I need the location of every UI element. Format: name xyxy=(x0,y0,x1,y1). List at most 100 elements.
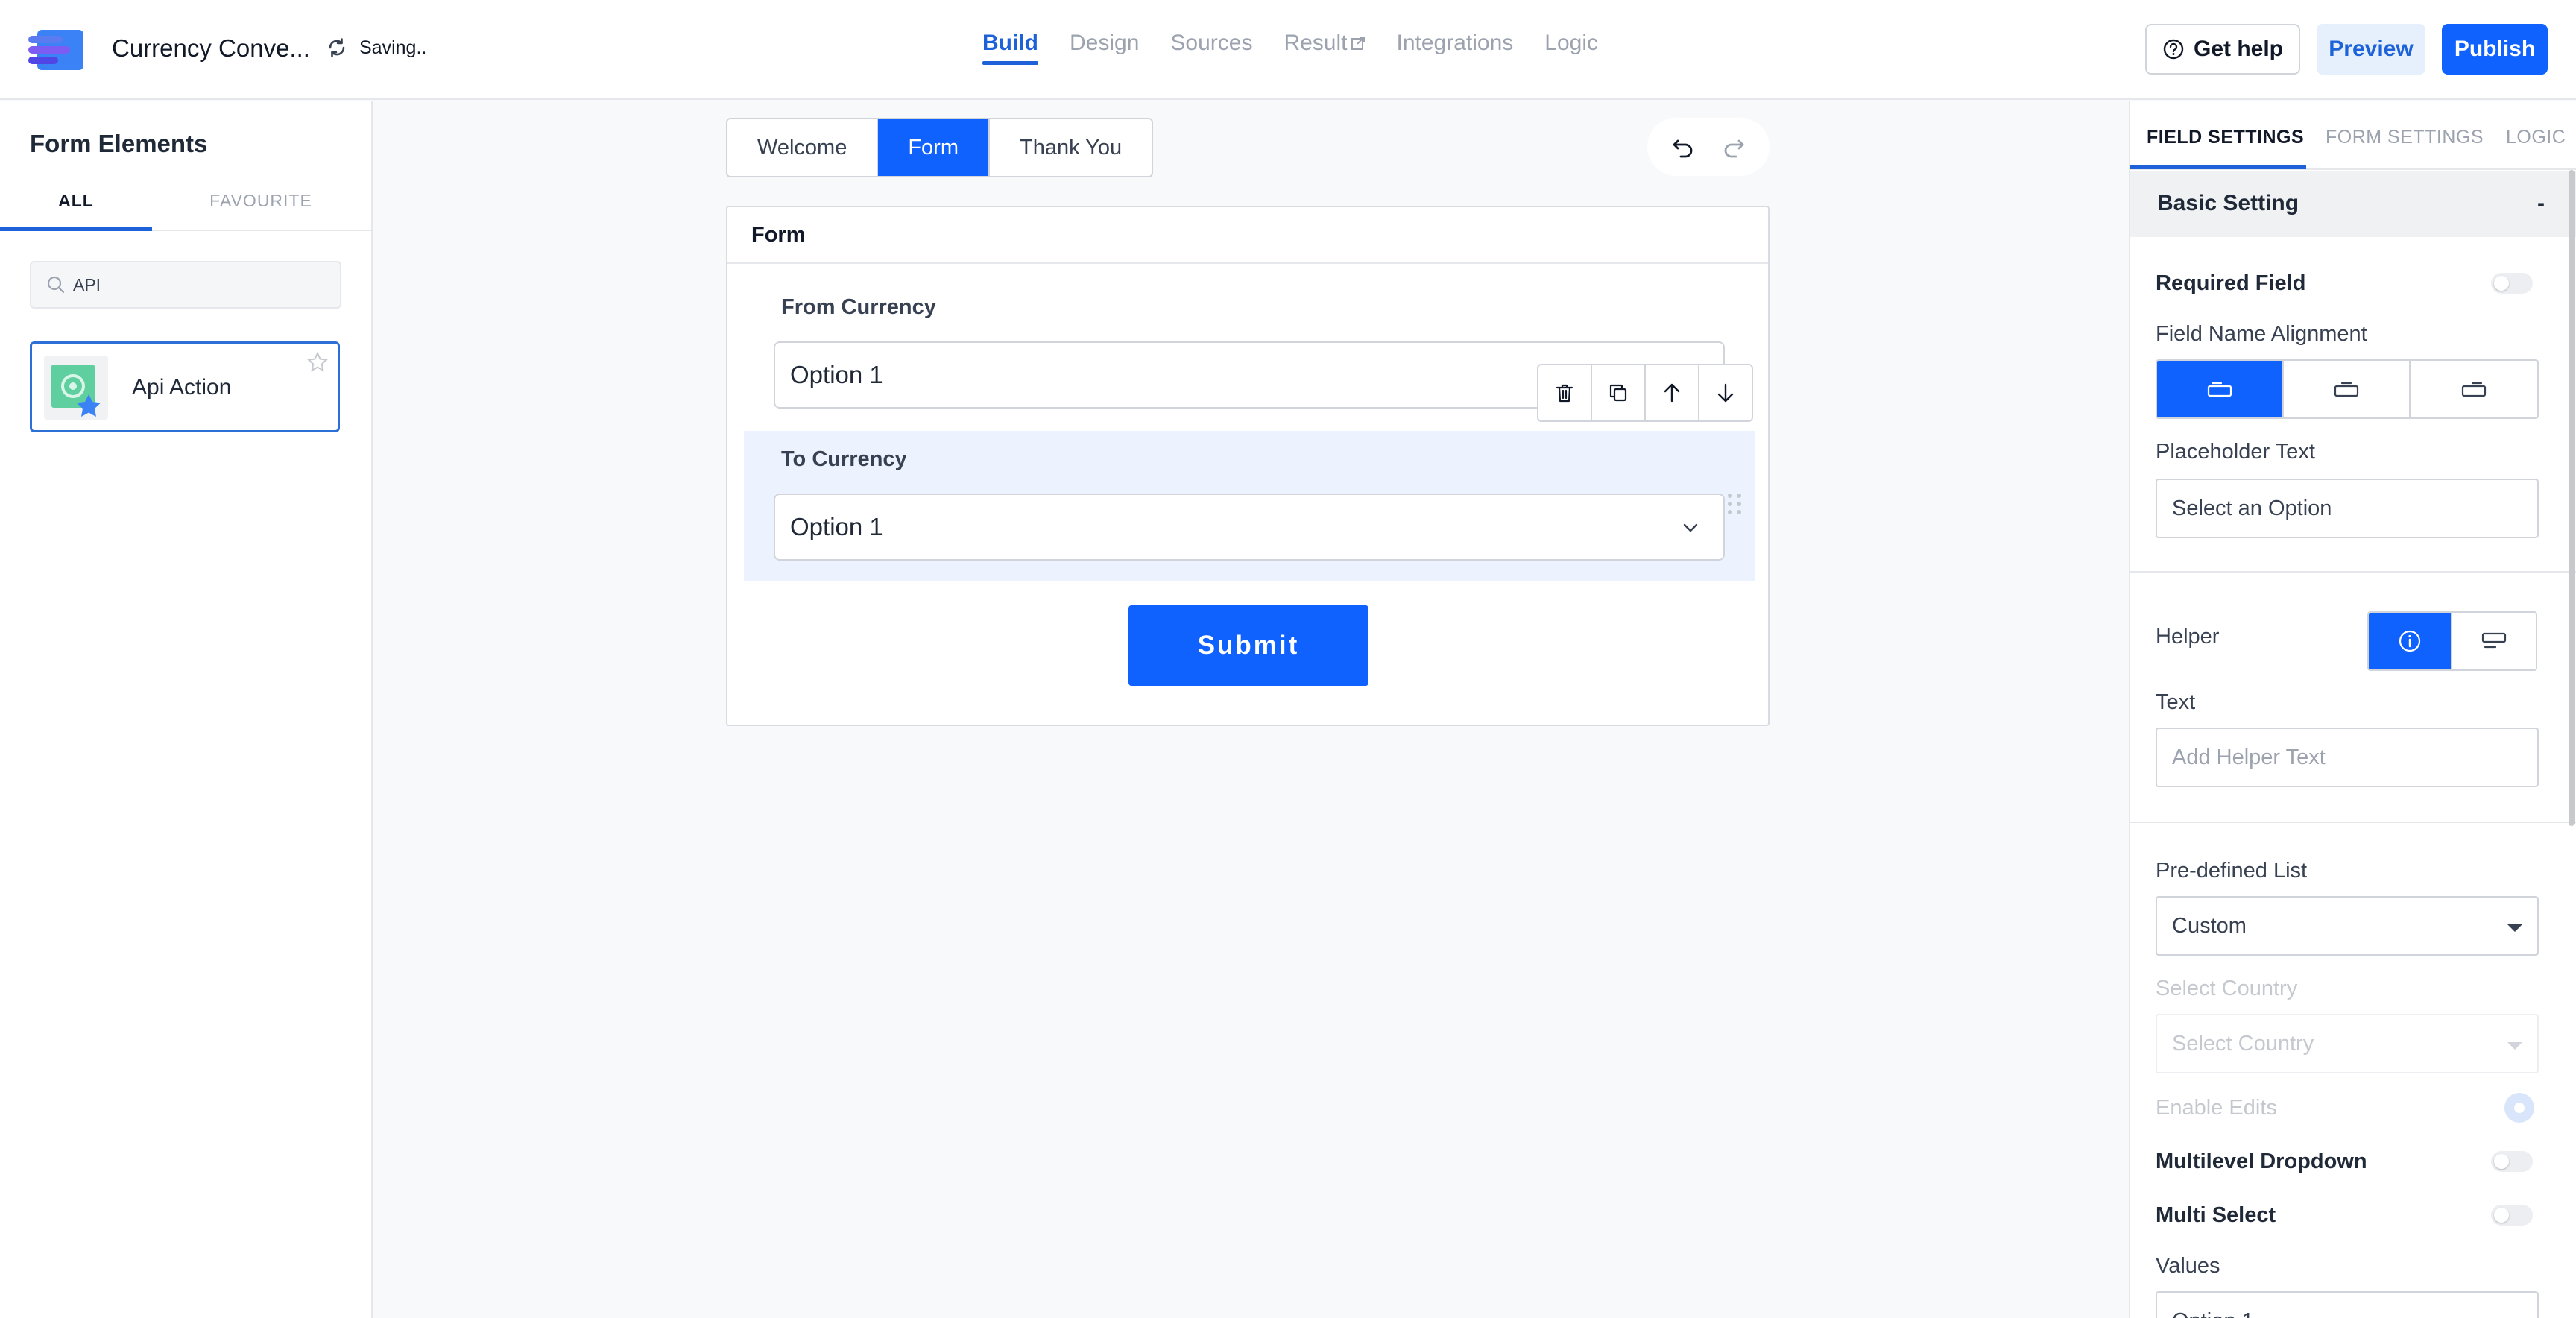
to-currency-select[interactable]: Option 1 xyxy=(774,494,1725,561)
main-nav: Build Design Sources Result Integrations… xyxy=(982,0,1629,100)
placeholder-text-label: Placeholder Text xyxy=(2156,440,2315,464)
redo-icon[interactable] xyxy=(1720,133,1746,160)
tab-form-settings[interactable]: FORM SETTINGS xyxy=(2326,127,2484,148)
copy-icon xyxy=(1609,384,1627,402)
values-option-input[interactable]: Option 1 xyxy=(2156,1291,2539,1318)
help-circle-icon xyxy=(2163,39,2184,60)
multilevel-dropdown-label: Multilevel Dropdown xyxy=(2156,1150,2367,1173)
predefined-list-select[interactable]: Custom xyxy=(2156,896,2539,956)
publish-button[interactable]: Publish xyxy=(2442,24,2548,75)
nav-logic[interactable]: Logic xyxy=(1544,0,1598,100)
tab-all[interactable]: ALL xyxy=(0,182,152,231)
align-top-button[interactable] xyxy=(2157,361,2284,417)
tab-thank-you[interactable]: Thank You xyxy=(990,119,1152,176)
from-currency-value: Option 1 xyxy=(790,361,883,388)
panel-title: Form Elements xyxy=(30,130,208,157)
search-value: API xyxy=(73,274,101,294)
nav-integrations[interactable]: Integrations xyxy=(1397,0,1514,100)
helper-inline-button[interactable] xyxy=(2452,613,2536,669)
values-label: Values xyxy=(2156,1254,2220,1278)
field-name-alignment-label: Field Name Alignment xyxy=(2156,322,2367,346)
api-action-thumbnail xyxy=(44,356,108,420)
tab-field-settings[interactable]: FIELD SETTINGS xyxy=(2147,127,2304,148)
align-inline-icon xyxy=(2334,382,2359,397)
basic-setting-header[interactable]: Basic Setting - xyxy=(2130,171,2576,237)
to-currency-value: Option 1 xyxy=(790,513,883,540)
arrow-up-icon xyxy=(1664,383,1680,403)
field-label-from-currency: From Currency xyxy=(781,295,936,319)
nav-result[interactable]: Result xyxy=(1284,0,1365,100)
enable-edits-radio[interactable] xyxy=(2504,1093,2534,1123)
move-up-button[interactable] xyxy=(1646,365,1699,420)
field-label-to-currency: To Currency xyxy=(781,447,907,471)
saving-label: Saving.. xyxy=(359,37,427,58)
element-tabs: ALL FAVOURITE xyxy=(0,182,371,231)
duplicate-field-button[interactable] xyxy=(1592,365,1646,420)
search-icon xyxy=(47,276,65,294)
arrow-down-icon xyxy=(1717,383,1734,403)
get-help-button[interactable]: Get help xyxy=(2145,24,2300,75)
external-link-icon xyxy=(1351,37,1365,50)
helper-text-label: Text xyxy=(2156,690,2196,714)
form-card-title: Form xyxy=(727,207,1768,264)
get-help-label: Get help xyxy=(2193,37,2283,61)
helper-tooltip-button[interactable] xyxy=(2369,613,2452,669)
field-toolbar xyxy=(1537,364,1753,422)
multilevel-dropdown-toggle[interactable] xyxy=(2491,1151,2533,1172)
divider xyxy=(2130,571,2576,573)
nav-result-label: Result xyxy=(1284,31,1348,55)
select-country-select[interactable]: Select Country xyxy=(2156,1014,2539,1073)
align-top-icon xyxy=(2207,382,2232,397)
tab-form[interactable]: Form xyxy=(878,119,991,176)
info-circle-icon xyxy=(2399,630,2421,652)
active-tab-indicator xyxy=(2130,165,2306,169)
predefined-list-value: Custom xyxy=(2172,913,2247,938)
form-elements-panel: Form Elements ALL FAVOURITE API Api Acti… xyxy=(0,101,373,1318)
helper-text-icon xyxy=(2481,632,2507,649)
top-bar: Currency Conve... Saving.. Build Design … xyxy=(0,0,2576,100)
divider xyxy=(2130,822,2576,823)
align-right-button[interactable] xyxy=(2411,361,2537,417)
helper-mode-control xyxy=(2367,611,2537,671)
tab-logic[interactable]: LOGIC xyxy=(2506,127,2566,148)
sync-icon xyxy=(329,38,345,57)
collapse-toggle[interactable]: - xyxy=(2537,171,2545,236)
alignment-segmented-control xyxy=(2156,359,2539,419)
favourite-star-icon[interactable] xyxy=(306,351,329,373)
settings-scrollbar[interactable] xyxy=(2569,170,2575,826)
required-field-label: Required Field xyxy=(2156,271,2306,295)
settings-tabs: FIELD SETTINGS FORM SETTINGS LOGIC xyxy=(2130,101,2576,170)
move-down-button[interactable] xyxy=(1699,365,1752,420)
nav-design[interactable]: Design xyxy=(1070,0,1139,100)
preview-button[interactable]: Preview xyxy=(2317,24,2425,75)
select-country-value: Select Country xyxy=(2172,1031,2314,1056)
nav-sources[interactable]: Sources xyxy=(1170,0,1252,100)
caret-down-icon xyxy=(2507,1042,2522,1050)
app-logo-icon[interactable] xyxy=(28,30,83,70)
required-field-toggle[interactable] xyxy=(2491,273,2533,294)
trash-icon xyxy=(1556,384,1573,403)
helper-text-input[interactable]: Add Helper Text xyxy=(2156,728,2539,787)
tab-favourite[interactable]: FAVOURITE xyxy=(185,182,337,231)
delete-field-button[interactable] xyxy=(1538,365,1592,420)
multi-select-toggle[interactable] xyxy=(2491,1205,2533,1226)
field-settings-panel: FIELD SETTINGS FORM SETTINGS LOGIC Basic… xyxy=(2129,101,2576,1318)
element-search-input[interactable]: API xyxy=(30,261,341,309)
chevron-down-icon xyxy=(1683,523,1698,532)
form-title[interactable]: Currency Conve... xyxy=(112,34,310,63)
align-inline-button[interactable] xyxy=(2284,361,2411,417)
drag-handle-icon[interactable] xyxy=(1726,492,1743,516)
element-card-api-action[interactable]: Api Action xyxy=(30,341,340,432)
nav-build[interactable]: Build xyxy=(982,0,1038,100)
select-country-label: Select Country xyxy=(2156,977,2298,1000)
caret-down-icon xyxy=(2507,924,2522,932)
predefined-list-label: Pre-defined List xyxy=(2156,859,2308,883)
multi-select-label: Multi Select xyxy=(2156,1203,2276,1227)
placeholder-text-input[interactable]: Select an Option xyxy=(2156,479,2539,538)
undo-icon[interactable] xyxy=(1670,133,1697,160)
element-card-label: Api Action xyxy=(132,375,232,400)
saving-status: Saving.. xyxy=(325,36,426,60)
api-gear-icon xyxy=(51,365,101,417)
tab-welcome[interactable]: Welcome xyxy=(727,119,879,176)
submit-button[interactable]: Submit xyxy=(1128,605,1368,686)
